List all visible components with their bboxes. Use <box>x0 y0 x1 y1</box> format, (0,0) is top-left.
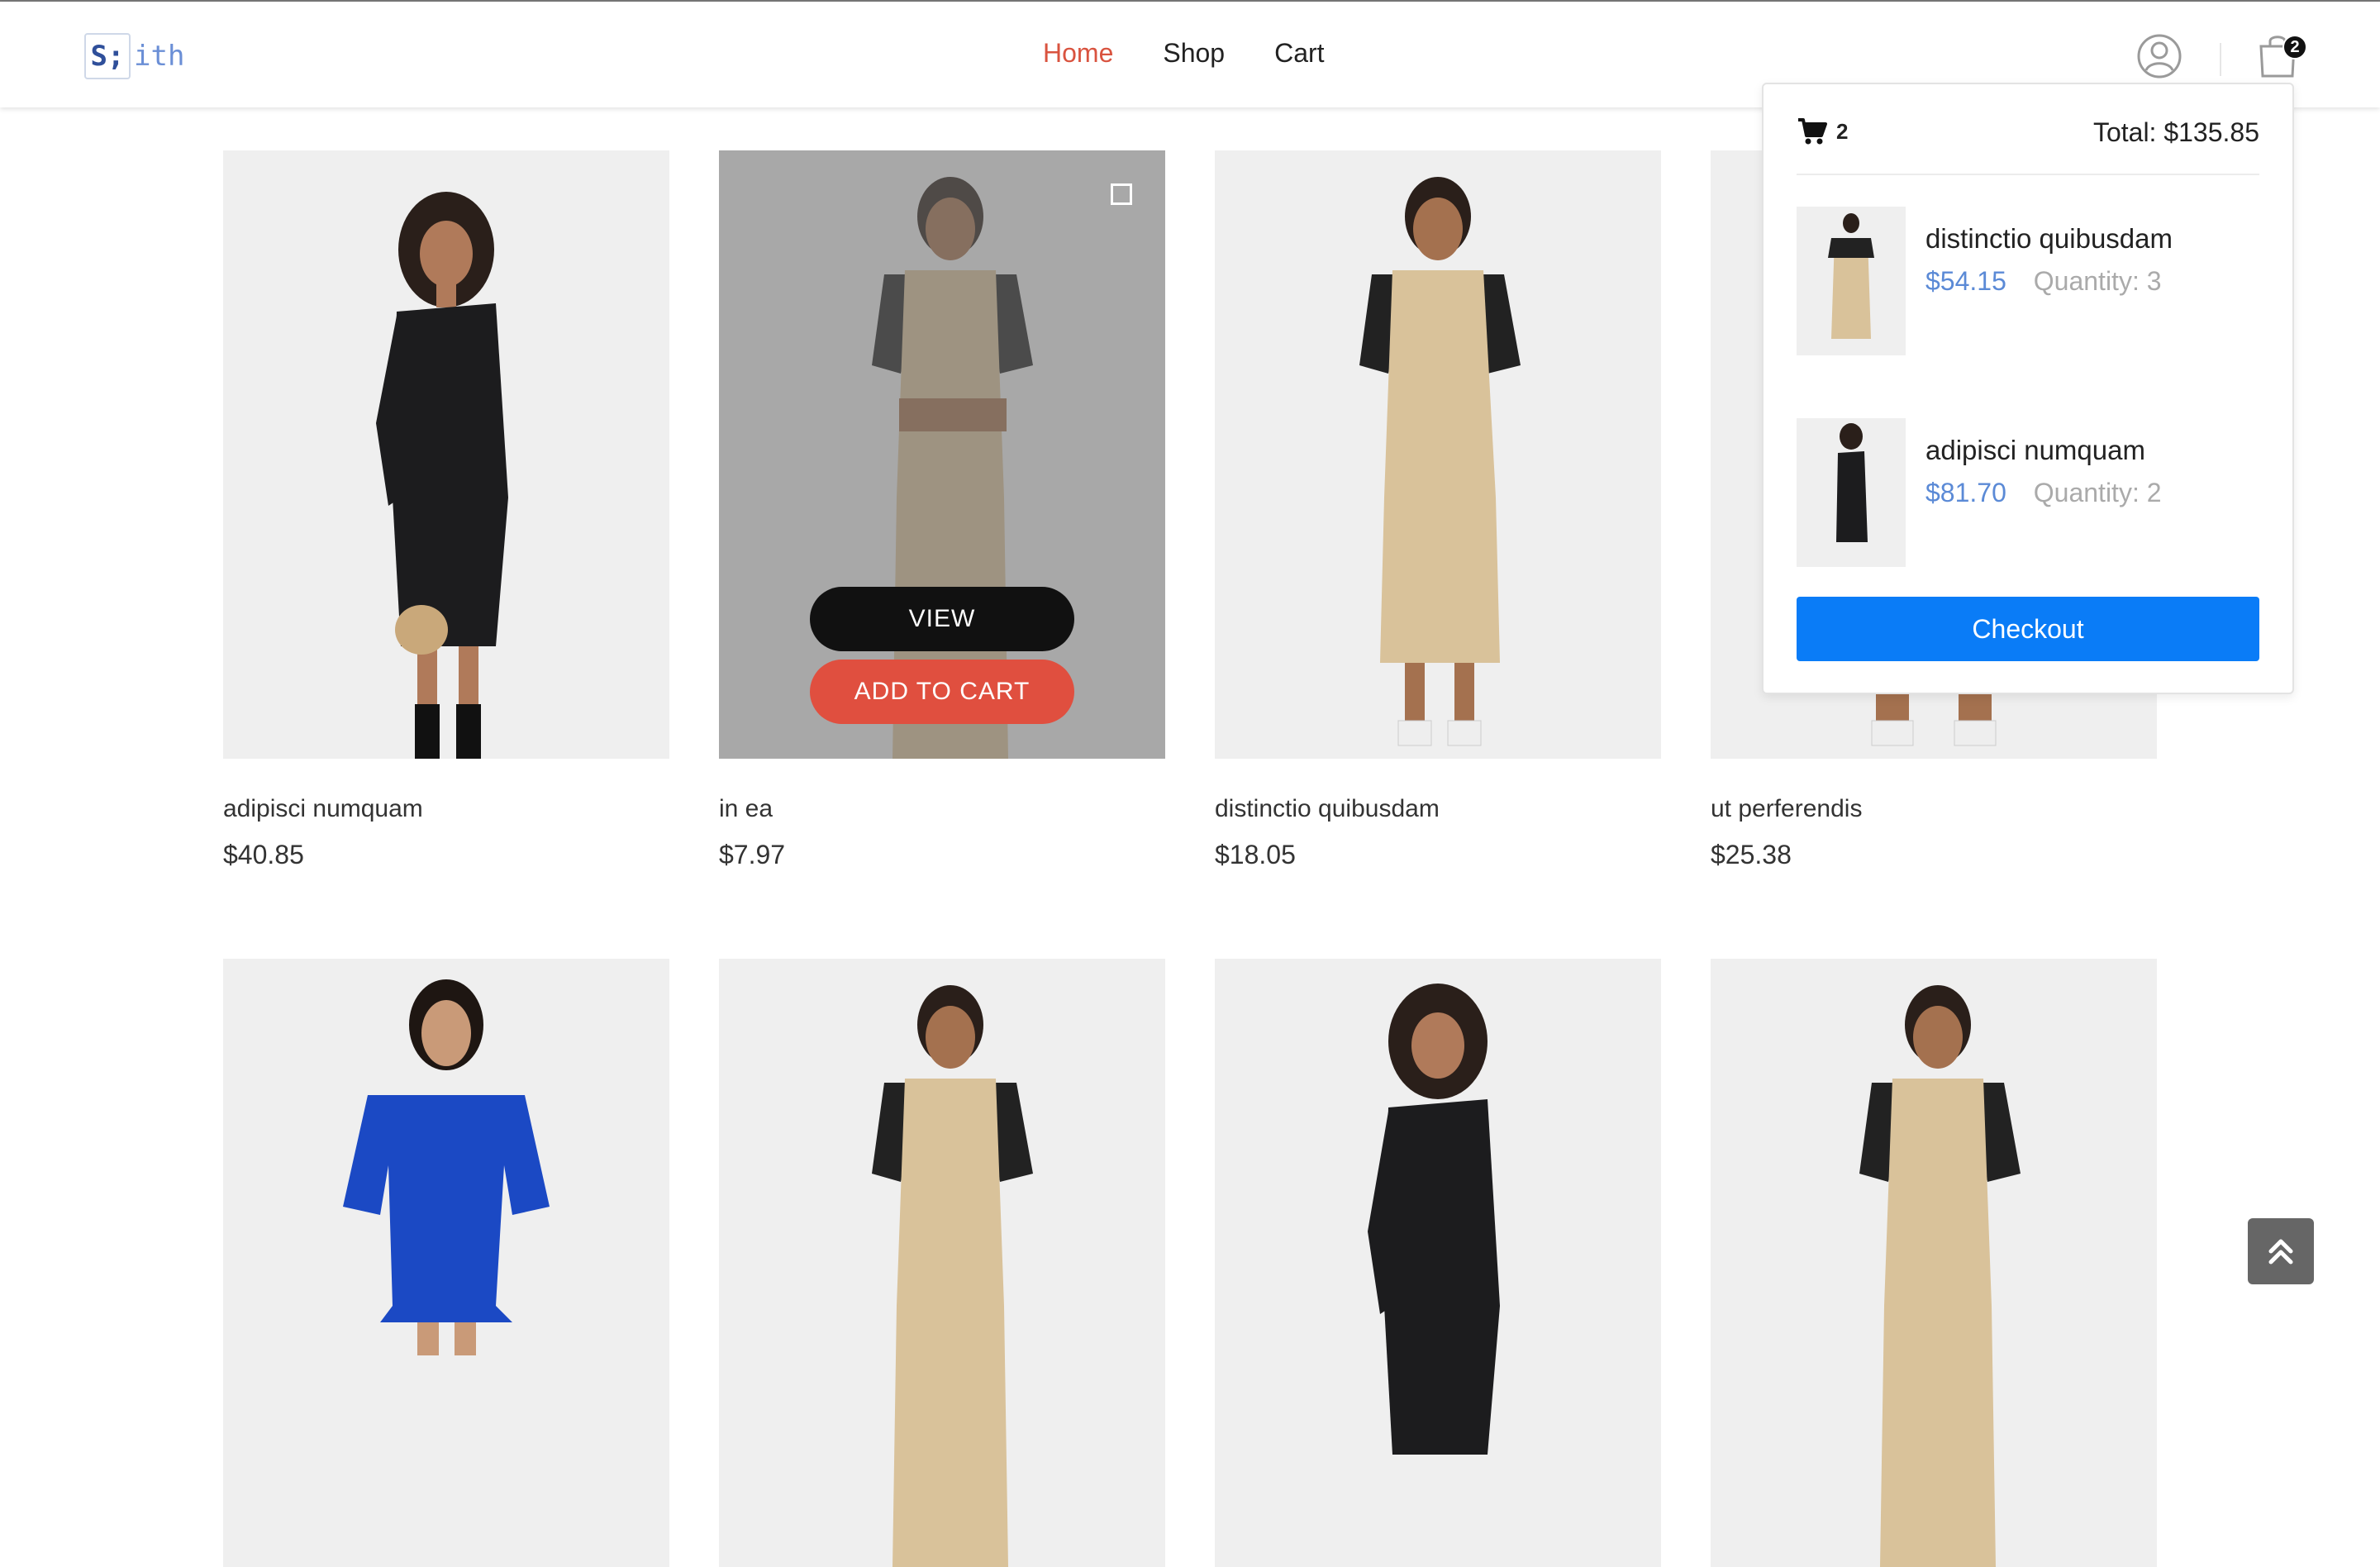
product-card[interactable]: VIEW ADD TO CART in ea $7.97 <box>719 150 1165 870</box>
cart-item-meta: $81.70 Quantity: 2 <box>1925 478 2162 508</box>
cart-dropdown: 2 Total: $135.85 distinctio quibusdam $5… <box>1762 83 2294 694</box>
product-price: $7.97 <box>719 840 786 869</box>
product-image[interactable] <box>1711 959 2157 1567</box>
brand-logo[interactable]: S; ith <box>84 33 184 79</box>
user-circle-icon[interactable] <box>2136 33 2182 79</box>
product-image[interactable] <box>1215 150 1661 759</box>
product-card[interactable] <box>719 959 1165 1567</box>
product-name[interactable]: ut perferendis <box>1711 795 2157 823</box>
shopping-cart-icon <box>1798 118 1827 145</box>
product-image[interactable] <box>1215 959 1661 1567</box>
cart-item-thumbnail[interactable] <box>1797 207 1906 355</box>
double-chevron-up-icon <box>2268 1239 2293 1265</box>
select-checkbox[interactable] <box>1111 183 1132 205</box>
cart-item[interactable]: distinctio quibusdam $54.15 Quantity: 3 <box>1797 207 2259 355</box>
product-price: $40.85 <box>223 840 304 869</box>
product-card[interactable] <box>223 959 669 1567</box>
header-divider <box>2220 43 2221 76</box>
cart-count-badge: 2 <box>2282 35 2307 60</box>
nav-shop[interactable]: Shop <box>1163 38 1225 69</box>
add-to-cart-button[interactable]: ADD TO CART <box>810 660 1074 724</box>
cart-total: Total: $135.85 <box>2092 117 2259 147</box>
cart-summary-count: 2 <box>1797 117 1848 145</box>
model-beige-dress-image <box>1711 959 2157 1567</box>
cart-item-price: $54.15 <box>1925 266 2006 296</box>
product-card[interactable]: adipisci numquam $40.85 <box>223 150 669 870</box>
model-black-dress-image <box>1215 959 1661 1567</box>
view-button[interactable]: VIEW <box>810 587 1074 651</box>
cart-item[interactable]: adipisci numquam $81.70 Quantity: 2 <box>1797 418 2259 567</box>
cart-item-quantity: Quantity: 3 <box>2033 266 2162 296</box>
product-card[interactable]: distinctio quibusdam $18.05 <box>1215 150 1661 870</box>
product-name[interactable]: adipisci numquam <box>223 795 669 823</box>
cart-item-meta: $54.15 Quantity: 3 <box>1925 266 2162 297</box>
cart-dropdown-header: 2 Total: $135.85 <box>1797 117 2259 175</box>
hover-overlay: VIEW ADD TO CART <box>719 150 1165 759</box>
cart-item-title[interactable]: adipisci numquam <box>1925 435 2145 466</box>
product-card[interactable] <box>1215 959 1661 1567</box>
product-name[interactable]: distinctio quibusdam <box>1215 795 1661 823</box>
logo-mark: S; <box>84 33 131 79</box>
model-blue-dress-image <box>223 959 669 1567</box>
product-image[interactable] <box>223 150 669 759</box>
checkout-button[interactable]: Checkout <box>1797 597 2259 661</box>
model-black-dress-image <box>223 150 669 759</box>
scroll-to-top-button[interactable] <box>2248 1218 2314 1284</box>
main-nav: Home Shop Cart <box>1043 38 1325 69</box>
product-price: $18.05 <box>1215 840 1296 869</box>
product-image[interactable] <box>223 959 669 1567</box>
model-beige-dress-image <box>1797 207 1906 355</box>
model-black-dress-image <box>1797 418 1906 567</box>
product-card[interactable] <box>1711 959 2157 1567</box>
cart-item-quantity: Quantity: 2 <box>2033 478 2162 507</box>
product-image[interactable]: VIEW ADD TO CART <box>719 150 1165 759</box>
cart-item-thumbnail[interactable] <box>1797 418 1906 567</box>
product-image[interactable] <box>719 959 1165 1567</box>
model-beige-dress-image <box>1215 150 1661 759</box>
product-name[interactable]: in ea <box>719 795 1165 823</box>
logo-text: ith <box>134 40 185 73</box>
model-beige-dress-image <box>719 959 1165 1567</box>
cart-item-title[interactable]: distinctio quibusdam <box>1925 223 2173 255</box>
cart-item-price: $81.70 <box>1925 478 2006 507</box>
nav-cart[interactable]: Cart <box>1274 38 1324 69</box>
cart-count-text: 2 <box>1836 118 1849 144</box>
product-price: $25.38 <box>1711 840 1792 869</box>
nav-home[interactable]: Home <box>1043 38 1113 69</box>
